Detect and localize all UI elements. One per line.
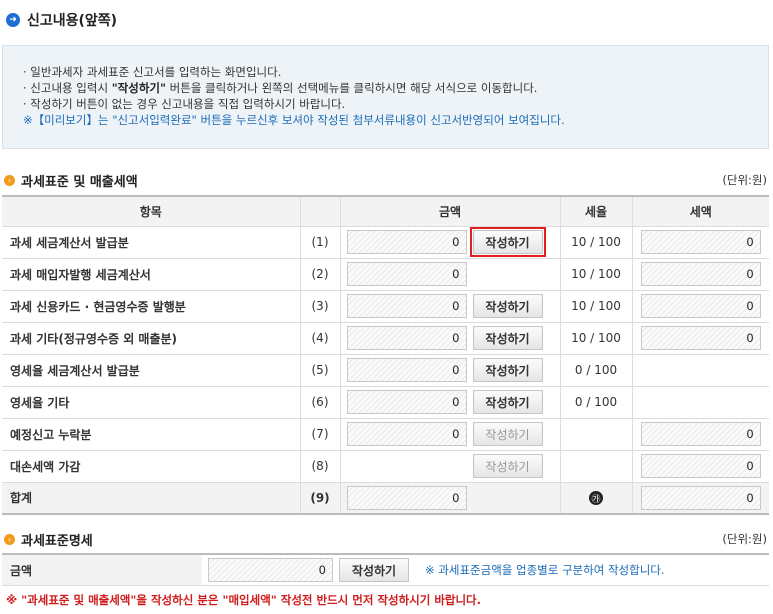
detail-write-button[interactable]: 작성하기 bbox=[339, 558, 409, 582]
row-number: (8) bbox=[299, 450, 340, 483]
tax-field[interactable]: 0 bbox=[640, 294, 761, 318]
section-title: 과세표준명세 bbox=[21, 534, 93, 549]
table-row: 과세 신용카드 · 현금영수증 발행분 (3) 0 작성하기 10 / 100 0 bbox=[2, 290, 769, 323]
info-box: · 일반과세자 과세표준 신고서를 입력하는 화면입니다. · 신고내용 입력시… bbox=[2, 45, 769, 149]
row-number: (1) bbox=[299, 226, 340, 259]
header-item: 항목 bbox=[2, 195, 300, 227]
write-button-disabled: 작성하기 bbox=[472, 454, 543, 478]
row-label: 영세율 세금계산서 발급분 bbox=[2, 354, 300, 387]
section-title: 과세표준 및 매출세액 bbox=[21, 175, 138, 190]
section-arrow-icon: › bbox=[4, 534, 15, 545]
write-button[interactable]: 작성하기 bbox=[472, 390, 543, 414]
amount-field[interactable]: 0 bbox=[346, 390, 467, 414]
table-row: 과세 매입자발행 세금계산서 (2) 0 10 / 100 0 bbox=[2, 258, 769, 291]
section-header-tax-base: › 과세표준 및 매출세액 bbox=[4, 171, 138, 190]
amount-field[interactable]: 0 bbox=[346, 230, 467, 254]
page-title: ➜ 신고내용(앞쪽) bbox=[6, 10, 117, 30]
detail-note: ※ 과세표준금액을 업종별로 구분하여 작성합니다. bbox=[425, 563, 665, 577]
header-num bbox=[299, 195, 340, 227]
tax-rate: 10 / 100 bbox=[559, 290, 632, 323]
row-number: (3) bbox=[299, 290, 340, 323]
table-row: 예정신고 누락분 (7) 0 작성하기 0 bbox=[2, 418, 769, 451]
tax-base-table: 항목 금액 세율 세액 과세 세금계산서 발급분 (1) 0 작성하기 10 / … bbox=[2, 195, 769, 515]
amount-field[interactable]: 0 bbox=[346, 358, 467, 382]
table-row: 과세 기타(정규영수증 외 매출분) (4) 0 작성하기 10 / 100 0 bbox=[2, 322, 769, 355]
row-number: (6) bbox=[299, 386, 340, 419]
tax-rate: 10 / 100 bbox=[559, 322, 632, 355]
table-row: 영세율 기타 (6) 0 작성하기 0 / 100 bbox=[2, 386, 769, 419]
total-rate-mark: ㉮ bbox=[589, 491, 603, 505]
tax-rate-empty bbox=[559, 418, 632, 451]
unit-label: (단위:원) bbox=[722, 173, 767, 187]
tax-rate: 0 / 100 bbox=[559, 386, 632, 419]
row-label: 과세 기타(정규영수증 외 매출분) bbox=[2, 322, 300, 355]
row-label: 과세 세금계산서 발급분 bbox=[2, 226, 300, 259]
row-label: 예정신고 누락분 bbox=[2, 418, 300, 451]
tax-field[interactable]: 0 bbox=[640, 454, 761, 478]
tax-field[interactable]: 0 bbox=[640, 326, 761, 350]
write-button-disabled: 작성하기 bbox=[472, 422, 543, 446]
tax-empty bbox=[631, 386, 769, 419]
table-row: 영세율 세금계산서 발급분 (5) 0 작성하기 0 / 100 bbox=[2, 354, 769, 387]
row-label: 대손세액 가감 bbox=[2, 450, 300, 483]
unit-label: (단위:원) bbox=[722, 532, 767, 546]
amount-field[interactable]: 0 bbox=[346, 262, 467, 286]
header-amount: 금액 bbox=[339, 195, 560, 227]
row-number: (4) bbox=[299, 322, 340, 355]
info-line-emphasis: "작성하기" bbox=[111, 81, 166, 95]
total-amount-field: 0 bbox=[346, 485, 467, 510]
detail-amount-field[interactable]: 0 bbox=[208, 558, 333, 582]
write-button[interactable]: 작성하기 bbox=[472, 326, 543, 350]
tax-field[interactable]: 0 bbox=[640, 422, 761, 446]
total-tax-field: 0 bbox=[640, 485, 761, 510]
row-number: (2) bbox=[299, 258, 340, 291]
total-row: 합계 (9) 0 ㉮ 0 bbox=[2, 482, 769, 515]
amount-field[interactable]: 0 bbox=[346, 294, 467, 318]
amount-field[interactable]: 0 bbox=[346, 326, 467, 350]
tax-field[interactable]: 0 bbox=[640, 230, 761, 254]
tax-detail-table: 금액 0 작성하기 ※ 과세표준금액을 업종별로 구분하여 작성합니다. bbox=[2, 553, 769, 586]
amount-field[interactable]: 0 bbox=[346, 422, 467, 446]
arrow-right-icon: ➜ bbox=[6, 13, 20, 27]
info-line: · 작성하기 버튼이 없는 경우 신고내용을 직접 입력하시기 바랍니다. bbox=[23, 97, 346, 111]
row-number: (7) bbox=[299, 418, 340, 451]
table-row: 대손세액 가감 (8) 작성하기 0 bbox=[2, 450, 769, 483]
section-header-tax-detail: › 과세표준명세 bbox=[4, 530, 93, 549]
row-label: 과세 매입자발행 세금계산서 bbox=[2, 258, 300, 291]
row-label: 영세율 기타 bbox=[2, 386, 300, 419]
info-note: ※【미리보기】는 "신고서입력완료" 버튼을 누르신후 보셔야 작성된 첨부서류… bbox=[23, 113, 565, 127]
tax-rate-empty bbox=[559, 450, 632, 483]
tax-rate: 10 / 100 bbox=[559, 226, 632, 259]
write-button[interactable]: 작성하기 bbox=[472, 358, 543, 382]
row-label: 과세 신용카드 · 현금영수증 발행분 bbox=[2, 290, 300, 323]
header-tax: 세액 bbox=[631, 195, 769, 227]
info-line-text: · 신고내용 입력시 bbox=[23, 81, 112, 95]
info-line: · 신고내용 입력시 "작성하기" 버튼을 클릭하거나 왼쪽의 선택메뉴를 클릭… bbox=[23, 80, 768, 96]
info-line: · 일반과세자 과세표준 신고서를 입력하는 화면입니다. bbox=[23, 65, 282, 79]
page-title-text: 신고내용(앞쪽) bbox=[27, 13, 118, 29]
warning-text: ※ "과세표준 및 매출세액"을 작성하신 분은 "매입세액" 작성전 반드시 … bbox=[6, 593, 482, 607]
row-number: (5) bbox=[299, 354, 340, 387]
total-number: (9) bbox=[299, 482, 340, 515]
detail-label: 금액 bbox=[2, 555, 202, 585]
tax-empty bbox=[631, 354, 769, 387]
write-button[interactable]: 작성하기 bbox=[469, 227, 546, 257]
write-button[interactable]: 작성하기 bbox=[472, 294, 543, 318]
info-line-text: 버튼을 클릭하거나 왼쪽의 선택메뉴를 클릭하시면 해당 서식으로 이동합니다. bbox=[166, 81, 538, 95]
tax-field[interactable]: 0 bbox=[640, 262, 761, 286]
section-arrow-icon: › bbox=[4, 175, 15, 186]
tax-rate: 10 / 100 bbox=[559, 258, 632, 291]
table-row: 과세 세금계산서 발급분 (1) 0 작성하기 10 / 100 0 bbox=[2, 226, 769, 259]
header-rate: 세율 bbox=[559, 195, 632, 227]
tax-rate: 0 / 100 bbox=[559, 354, 632, 387]
total-label: 합계 bbox=[2, 482, 300, 515]
